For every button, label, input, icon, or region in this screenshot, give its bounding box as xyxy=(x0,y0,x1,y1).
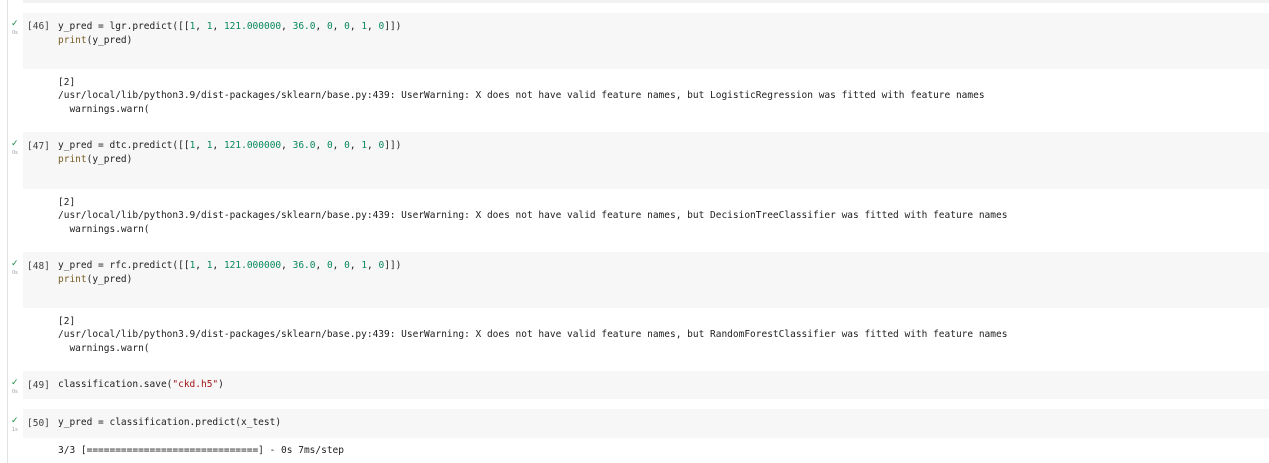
execution-count: [47] xyxy=(27,141,50,152)
run-duration: 0s xyxy=(12,150,18,156)
check-icon: ✓ xyxy=(11,416,19,426)
check-icon: ✓ xyxy=(11,19,19,29)
run-duration: 0s xyxy=(12,30,18,36)
run-duration: 0s xyxy=(12,270,18,276)
run-duration: 1s xyxy=(12,427,18,433)
code-text[interactable]: classification.save("ckd.h5") xyxy=(58,378,224,392)
cell-output: [2] /usr/local/lib/python3.9/dist-packag… xyxy=(58,77,985,115)
cell-output: 3/3 [==============================] - 0… xyxy=(58,445,344,456)
code-text[interactable]: y_pred = classification.predict(x_test) xyxy=(58,416,281,430)
execution-count: [50] xyxy=(27,418,50,429)
code-text[interactable]: y_pred = lgr.predict([[1, 1, 121.000000,… xyxy=(58,20,401,48)
code-text[interactable]: y_pred = dtc.predict([[1, 1, 121.000000,… xyxy=(58,139,401,167)
check-icon: ✓ xyxy=(11,259,19,269)
cell-output: [2] /usr/local/lib/python3.9/dist-packag… xyxy=(58,197,1008,235)
notebook-left-rule xyxy=(7,0,8,463)
code-text[interactable]: y_pred = rfc.predict([[1, 1, 121.000000,… xyxy=(58,259,401,287)
execution-count: [49] xyxy=(27,380,50,391)
run-duration: 0s xyxy=(12,389,18,395)
cell-output: [2] /usr/local/lib/python3.9/dist-packag… xyxy=(58,316,1008,354)
execution-count: [46] xyxy=(27,21,50,32)
check-icon: ✓ xyxy=(11,378,19,388)
check-icon: ✓ xyxy=(11,139,19,149)
previous-cell-edge xyxy=(23,0,1269,3)
execution-count: [48] xyxy=(27,261,50,272)
